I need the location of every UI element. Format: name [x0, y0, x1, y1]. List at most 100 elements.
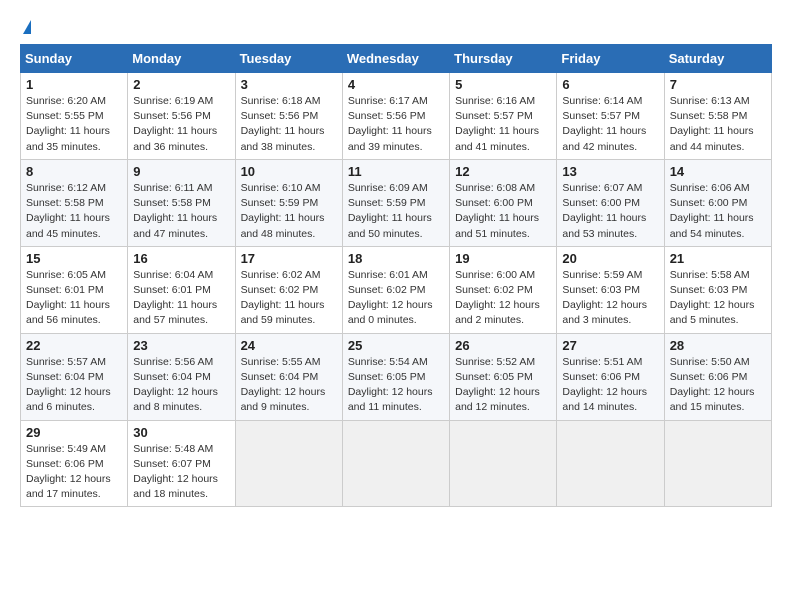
calendar-cell: 27Sunrise: 5:51 AMSunset: 6:06 PMDayligh…	[557, 333, 664, 420]
header-sunday: Sunday	[21, 45, 128, 73]
calendar-cell: 11 Sunrise: 6:09 AMSunset: 5:59 PMDayligh…	[342, 159, 449, 246]
calendar-week-3: 15 Sunrise: 6:05 AMSunset: 6:01 PMDayligh…	[21, 246, 772, 333]
day-detail: Sunrise: 6:19 AMSunset: 5:56 PMDaylight:…	[133, 94, 229, 155]
calendar-cell: 8 Sunrise: 6:12 AMSunset: 5:58 PMDaylight…	[21, 159, 128, 246]
day-detail: Sunrise: 6:07 AMSunset: 6:00 PMDaylight:…	[562, 181, 658, 242]
day-detail: Sunrise: 5:48 AMSunset: 6:07 PMDaylight:…	[133, 442, 229, 503]
day-number: 18	[348, 251, 444, 266]
header-monday: Monday	[128, 45, 235, 73]
day-number: 5	[455, 77, 551, 92]
day-detail: Sunrise: 6:17 AMSunset: 5:56 PMDaylight:…	[348, 94, 444, 155]
calendar-cell: 5 Sunrise: 6:16 AMSunset: 5:57 PMDaylight…	[450, 73, 557, 160]
calendar-cell: 16 Sunrise: 6:04 AMSunset: 6:01 PMDayligh…	[128, 246, 235, 333]
day-detail: Sunrise: 6:08 AMSunset: 6:00 PMDaylight:…	[455, 181, 551, 242]
calendar-body: 1 Sunrise: 6:20 AMSunset: 5:55 PMDaylight…	[21, 73, 772, 507]
day-number: 12	[455, 164, 551, 179]
calendar-table: SundayMondayTuesdayWednesdayThursdayFrid…	[20, 44, 772, 507]
calendar-cell: 7 Sunrise: 6:13 AMSunset: 5:58 PMDaylight…	[664, 73, 771, 160]
day-detail: Sunrise: 6:12 AMSunset: 5:58 PMDaylight:…	[26, 181, 122, 242]
day-number: 16	[133, 251, 229, 266]
day-number: 25	[348, 338, 444, 353]
day-detail: Sunrise: 6:04 AMSunset: 6:01 PMDaylight:…	[133, 268, 229, 329]
day-number: 22	[26, 338, 122, 353]
day-number: 7	[670, 77, 766, 92]
calendar-cell	[557, 420, 664, 507]
day-detail: Sunrise: 6:18 AMSunset: 5:56 PMDaylight:…	[241, 94, 337, 155]
day-number: 6	[562, 77, 658, 92]
day-detail: Sunrise: 6:06 AMSunset: 6:00 PMDaylight:…	[670, 181, 766, 242]
day-number: 11	[348, 164, 444, 179]
calendar-week-2: 8 Sunrise: 6:12 AMSunset: 5:58 PMDaylight…	[21, 159, 772, 246]
day-number: 19	[455, 251, 551, 266]
day-detail: Sunrise: 6:11 AMSunset: 5:58 PMDaylight:…	[133, 181, 229, 242]
day-number: 28	[670, 338, 766, 353]
calendar-week-1: 1 Sunrise: 6:20 AMSunset: 5:55 PMDaylight…	[21, 73, 772, 160]
day-detail: Sunrise: 5:51 AMSunset: 6:06 PMDaylight:…	[562, 355, 658, 416]
calendar-cell: 6 Sunrise: 6:14 AMSunset: 5:57 PMDaylight…	[557, 73, 664, 160]
calendar-cell: 21 Sunrise: 5:58 AMSunset: 6:03 PMDayligh…	[664, 246, 771, 333]
header-friday: Friday	[557, 45, 664, 73]
calendar-cell: 24 Sunrise: 5:55 AMSunset: 6:04 PMDayligh…	[235, 333, 342, 420]
calendar-cell: 2 Sunrise: 6:19 AMSunset: 5:56 PMDaylight…	[128, 73, 235, 160]
day-number: 21	[670, 251, 766, 266]
day-number: 13	[562, 164, 658, 179]
day-number: 20	[562, 251, 658, 266]
calendar-header-row: SundayMondayTuesdayWednesdayThursdayFrid…	[21, 45, 772, 73]
day-number: 14	[670, 164, 766, 179]
day-number: 24	[241, 338, 337, 353]
day-number: 9	[133, 164, 229, 179]
calendar-cell: 3Sunrise: 6:18 AMSunset: 5:56 PMDaylight…	[235, 73, 342, 160]
calendar-cell: 30Sunrise: 5:48 AMSunset: 6:07 PMDayligh…	[128, 420, 235, 507]
logo	[20, 20, 31, 34]
calendar-cell: 25 Sunrise: 5:54 AMSunset: 6:05 PMDayligh…	[342, 333, 449, 420]
calendar-cell: 9 Sunrise: 6:11 AMSunset: 5:58 PMDaylight…	[128, 159, 235, 246]
day-number: 8	[26, 164, 122, 179]
day-detail: Sunrise: 5:55 AMSunset: 6:04 PMDaylight:…	[241, 355, 337, 416]
calendar-cell: 23 Sunrise: 5:56 AMSunset: 6:04 PMDayligh…	[128, 333, 235, 420]
page-header	[20, 20, 772, 34]
day-number: 1	[26, 77, 122, 92]
day-detail: Sunrise: 6:16 AMSunset: 5:57 PMDaylight:…	[455, 94, 551, 155]
calendar-cell: 28 Sunrise: 5:50 AMSunset: 6:06 PMDayligh…	[664, 333, 771, 420]
day-number: 15	[26, 251, 122, 266]
calendar-cell: 14 Sunrise: 6:06 AMSunset: 6:00 PMDayligh…	[664, 159, 771, 246]
day-detail: Sunrise: 5:52 AMSunset: 6:05 PMDaylight:…	[455, 355, 551, 416]
calendar-cell: 10Sunrise: 6:10 AMSunset: 5:59 PMDayligh…	[235, 159, 342, 246]
day-detail: Sunrise: 6:01 AMSunset: 6:02 PMDaylight:…	[348, 268, 444, 329]
calendar-cell: 12 Sunrise: 6:08 AMSunset: 6:00 PMDayligh…	[450, 159, 557, 246]
day-detail: Sunrise: 5:54 AMSunset: 6:05 PMDaylight:…	[348, 355, 444, 416]
calendar-cell	[235, 420, 342, 507]
day-number: 17	[241, 251, 337, 266]
day-detail: Sunrise: 5:49 AMSunset: 6:06 PMDaylight:…	[26, 442, 122, 503]
day-detail: Sunrise: 6:13 AMSunset: 5:58 PMDaylight:…	[670, 94, 766, 155]
day-detail: Sunrise: 5:59 AMSunset: 6:03 PMDaylight:…	[562, 268, 658, 329]
day-detail: Sunrise: 6:09 AMSunset: 5:59 PMDaylight:…	[348, 181, 444, 242]
calendar-cell: 1 Sunrise: 6:20 AMSunset: 5:55 PMDaylight…	[21, 73, 128, 160]
calendar-cell: 22 Sunrise: 5:57 AMSunset: 6:04 PMDayligh…	[21, 333, 128, 420]
calendar-cell: 4Sunrise: 6:17 AMSunset: 5:56 PMDaylight…	[342, 73, 449, 160]
calendar-cell: 19Sunrise: 6:00 AMSunset: 6:02 PMDayligh…	[450, 246, 557, 333]
calendar-cell: 18 Sunrise: 6:01 AMSunset: 6:02 PMDayligh…	[342, 246, 449, 333]
day-detail: Sunrise: 6:20 AMSunset: 5:55 PMDaylight:…	[26, 94, 122, 155]
day-detail: Sunrise: 5:50 AMSunset: 6:06 PMDaylight:…	[670, 355, 766, 416]
day-detail: Sunrise: 5:58 AMSunset: 6:03 PMDaylight:…	[670, 268, 766, 329]
calendar-cell: 15 Sunrise: 6:05 AMSunset: 6:01 PMDayligh…	[21, 246, 128, 333]
day-detail: Sunrise: 6:14 AMSunset: 5:57 PMDaylight:…	[562, 94, 658, 155]
day-number: 23	[133, 338, 229, 353]
calendar-cell: 29 Sunrise: 5:49 AMSunset: 6:06 PMDayligh…	[21, 420, 128, 507]
calendar-cell: 13 Sunrise: 6:07 AMSunset: 6:00 PMDayligh…	[557, 159, 664, 246]
day-number: 26	[455, 338, 551, 353]
calendar-cell: 20 Sunrise: 5:59 AMSunset: 6:03 PMDayligh…	[557, 246, 664, 333]
header-tuesday: Tuesday	[235, 45, 342, 73]
day-detail: Sunrise: 6:05 AMSunset: 6:01 PMDaylight:…	[26, 268, 122, 329]
calendar-cell: 17Sunrise: 6:02 AMSunset: 6:02 PMDayligh…	[235, 246, 342, 333]
header-saturday: Saturday	[664, 45, 771, 73]
calendar-cell	[450, 420, 557, 507]
calendar-week-5: 29 Sunrise: 5:49 AMSunset: 6:06 PMDayligh…	[21, 420, 772, 507]
day-detail: Sunrise: 5:56 AMSunset: 6:04 PMDaylight:…	[133, 355, 229, 416]
day-number: 29	[26, 425, 122, 440]
day-number: 2	[133, 77, 229, 92]
day-detail: Sunrise: 5:57 AMSunset: 6:04 PMDaylight:…	[26, 355, 122, 416]
day-number: 10	[241, 164, 337, 179]
logo-icon	[23, 20, 31, 34]
